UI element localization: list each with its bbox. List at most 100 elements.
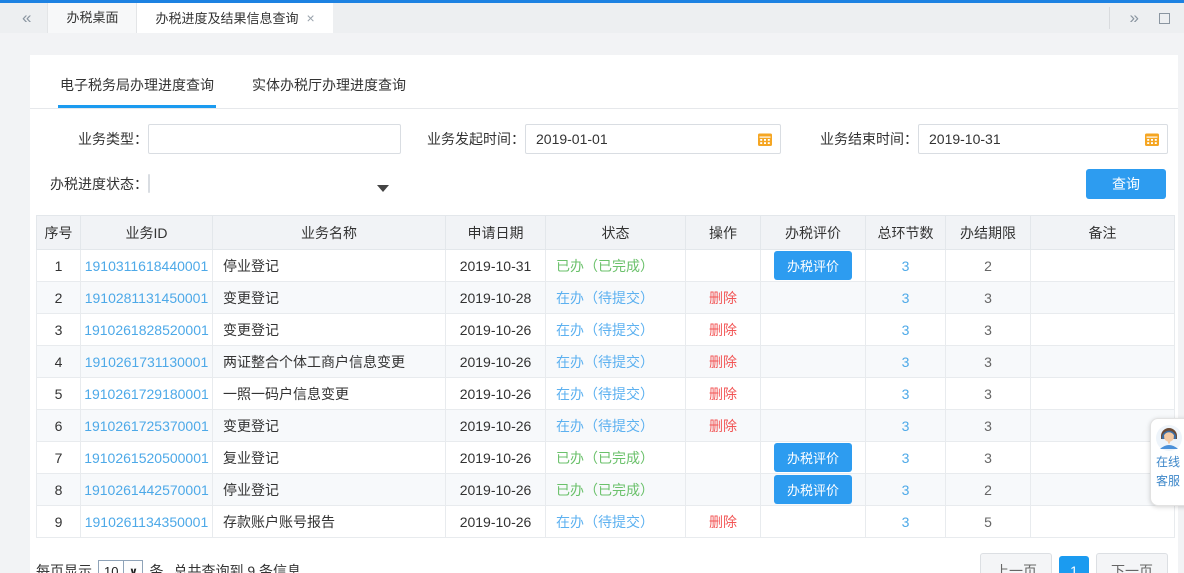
next-page-button[interactable]: 下一页 — [1096, 553, 1168, 573]
business-id-link[interactable]: 1910311618440001 — [85, 258, 209, 274]
business-id-link[interactable]: 1910281131450001 — [85, 290, 209, 306]
table-row: 7 1910261520500001 复业登记 2019-10-26 已办（已完… — [37, 442, 1175, 474]
business-type-input[interactable] — [148, 124, 401, 154]
col-total-steps: 总环节数 — [866, 216, 946, 250]
cell-deadline: 2 — [946, 250, 1031, 282]
cell-seq: 3 — [37, 314, 81, 346]
delete-link[interactable]: 删除 — [709, 354, 737, 370]
steps-link[interactable]: 3 — [902, 322, 910, 338]
cell-remark — [1031, 378, 1175, 410]
cell-date: 2019-10-26 — [446, 378, 546, 410]
window-tab-progress-query[interactable]: 办税进度及结果信息查询× — [137, 3, 332, 33]
steps-link[interactable]: 3 — [902, 514, 910, 530]
cell-name: 复业登记 — [213, 442, 446, 474]
per-page-prefix: 每页显示 — [36, 561, 92, 573]
table-row: 2 1910281131450001 变更登记 2019-10-28 在办（待提… — [37, 282, 1175, 314]
calendar-icon[interactable] — [1144, 131, 1160, 147]
total-count-text: 总共查询到 9 条信息 — [173, 561, 301, 573]
end-time-label: 业务结束时间： — [781, 129, 918, 149]
window-tab-bar: « 办税桌面 办税进度及结果信息查询× » — [0, 3, 1184, 33]
table-header-row: 序号 业务ID 业务名称 申请日期 状态 操作 办税评价 总环节数 办结期限 备… — [37, 216, 1175, 250]
business-id-link[interactable]: 1910261134350001 — [85, 514, 209, 530]
chevron-down-icon — [377, 185, 389, 192]
business-id-link[interactable]: 1910261442570001 — [84, 482, 209, 498]
cell-seq: 1 — [37, 250, 81, 282]
evaluate-button[interactable]: 办税评价 — [774, 251, 852, 280]
cell-remark — [1031, 282, 1175, 314]
collapse-tabs-icon[interactable]: « — [22, 3, 31, 33]
business-id-link[interactable]: 1910261725370001 — [84, 418, 209, 434]
col-status: 状态 — [546, 216, 686, 250]
per-page-suffix: 条 — [149, 561, 163, 573]
business-id-link[interactable]: 1910261828520001 — [84, 322, 209, 338]
select-arrow-icon: ∨ — [123, 561, 142, 573]
per-page-value: 10 — [99, 564, 123, 573]
cell-seq: 7 — [37, 442, 81, 474]
delete-link[interactable]: 删除 — [709, 322, 737, 338]
steps-link[interactable]: 3 — [902, 258, 910, 274]
end-time-input[interactable] — [918, 124, 1168, 154]
delete-link[interactable]: 删除 — [709, 514, 737, 530]
evaluate-button[interactable]: 办税评价 — [774, 443, 852, 472]
start-time-input[interactable] — [525, 124, 781, 154]
steps-link[interactable]: 3 — [902, 450, 910, 466]
main-panel: 电子税务局办理进度查询 实体办税厅办理进度查询 业务类型： 业务发起时间： 业务… — [30, 55, 1178, 573]
col-deadline: 办结期限 — [946, 216, 1031, 250]
cell-name: 存款账户账号报告 — [213, 506, 446, 538]
status-text: 在办（待提交） — [556, 514, 654, 530]
window-tab-desktop[interactable]: 办税桌面 — [47, 3, 137, 33]
calendar-icon[interactable] — [757, 131, 773, 147]
online-service-widget[interactable]: 在线 客服 — [1150, 418, 1184, 506]
query-button[interactable]: 查询 — [1086, 169, 1166, 199]
evaluate-button[interactable]: 办税评价 — [774, 475, 852, 504]
cell-seq: 2 — [37, 282, 81, 314]
restore-window-icon[interactable] — [1159, 13, 1170, 24]
delete-link[interactable]: 删除 — [709, 386, 737, 402]
status-text: 在办（待提交） — [556, 418, 654, 434]
status-text: 在办（待提交） — [556, 322, 654, 338]
online-service-label-line2: 客服 — [1156, 473, 1180, 489]
col-evaluation: 办税评价 — [761, 216, 866, 250]
cell-remark — [1031, 506, 1175, 538]
start-time-label: 业务发起时间： — [401, 129, 525, 149]
cell-remark — [1031, 250, 1175, 282]
status-text: 已办（已完成） — [556, 482, 654, 498]
cell-seq: 4 — [37, 346, 81, 378]
cell-deadline: 3 — [946, 442, 1031, 474]
business-type-label: 业务类型： — [30, 129, 148, 149]
cell-deadline: 3 — [946, 282, 1031, 314]
col-remark: 备注 — [1031, 216, 1175, 250]
cell-date: 2019-10-26 — [446, 410, 546, 442]
subtab-bar: 电子税务局办理进度查询 实体办税厅办理进度查询 — [30, 69, 1178, 109]
business-id-link[interactable]: 1910261731130001 — [85, 354, 209, 370]
results-table: 序号 业务ID 业务名称 申请日期 状态 操作 办税评价 总环节数 办结期限 备… — [36, 215, 1175, 538]
steps-link[interactable]: 3 — [902, 290, 910, 306]
cell-deadline: 5 — [946, 506, 1031, 538]
prev-page-button[interactable]: 上一页 — [980, 553, 1052, 573]
app-window: « 办税桌面 办税进度及结果信息查询× » 电子税务局办理进度查询 实体办税厅办… — [0, 0, 1184, 573]
progress-status-label: 办税进度状态： — [30, 174, 148, 194]
steps-link[interactable]: 3 — [902, 418, 910, 434]
delete-link[interactable]: 删除 — [709, 418, 737, 434]
business-id-link[interactable]: 1910261729180001 — [84, 386, 209, 402]
subtab-etax-progress[interactable]: 电子税务局办理进度查询 — [58, 69, 216, 108]
per-page-select[interactable]: 10 ∨ — [98, 560, 143, 573]
table-row: 3 1910261828520001 变更登记 2019-10-26 在办（待提… — [37, 314, 1175, 346]
cell-seq: 5 — [37, 378, 81, 410]
delete-link[interactable]: 删除 — [709, 290, 737, 306]
steps-link[interactable]: 3 — [902, 386, 910, 402]
col-seq: 序号 — [37, 216, 81, 250]
close-tab-icon[interactable]: × — [307, 10, 315, 26]
subtab-hall-progress[interactable]: 实体办税厅办理进度查询 — [250, 69, 408, 108]
cell-date: 2019-10-26 — [446, 474, 546, 506]
cell-seq: 8 — [37, 474, 81, 506]
customer-service-avatar-icon — [1156, 425, 1182, 451]
tabbar-right-controls: » — [1109, 3, 1184, 33]
steps-link[interactable]: 3 — [902, 354, 910, 370]
business-id-link[interactable]: 1910261520500001 — [84, 450, 209, 466]
expand-tabs-icon[interactable]: » — [1130, 3, 1139, 33]
progress-status-select[interactable] — [148, 175, 401, 193]
steps-link[interactable]: 3 — [902, 482, 910, 498]
current-page-button[interactable]: 1 — [1059, 556, 1089, 573]
cell-deadline: 3 — [946, 346, 1031, 378]
